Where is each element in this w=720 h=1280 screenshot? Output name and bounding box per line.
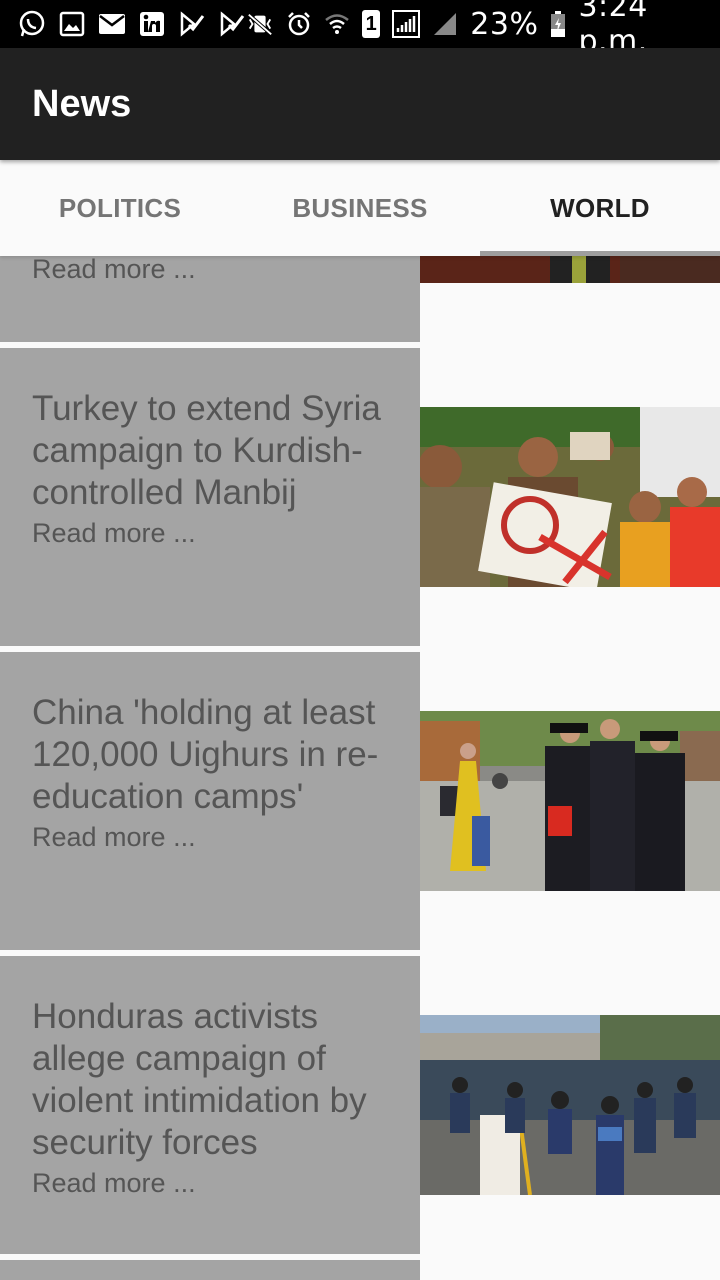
category-tabs: POLITICS BUSINESS WORLD	[0, 160, 720, 256]
article-image[interactable]	[420, 711, 720, 891]
app-bar: News	[0, 48, 720, 160]
tab-world[interactable]: WORLD	[480, 160, 720, 256]
app-title: News	[32, 82, 132, 125]
signal-icon	[432, 10, 458, 38]
article-card[interactable]: China 'holding at least 120,000 Uighurs …	[0, 652, 720, 950]
article-card[interactable]: Read more ...	[0, 256, 720, 342]
check-task-icon	[178, 10, 206, 38]
battery-percent: 23%	[470, 6, 539, 42]
wifi-icon	[324, 10, 350, 38]
mail-icon	[98, 10, 126, 38]
article-headline[interactable]: Turkey to extend Syria campaign to Kurdi…	[32, 388, 392, 514]
article-headline[interactable]: China 'holding at least 120,000 Uighurs …	[32, 692, 392, 818]
article-image[interactable]	[420, 407, 720, 587]
read-more-link[interactable]: Read more ...	[32, 1168, 392, 1199]
whatsapp-icon	[18, 10, 46, 38]
article-headline[interactable]: Honduras activists allege campaign of vi…	[32, 996, 392, 1164]
tab-business[interactable]: BUSINESS	[240, 160, 480, 256]
sim-icon: 1	[362, 10, 381, 38]
article-card[interactable]: Honduras activists allege campaign of vi…	[0, 956, 720, 1254]
linkedin-icon	[138, 10, 166, 38]
article-text: Turkey to extend Syria campaign to Kurdi…	[0, 348, 420, 646]
article-text: Honduras activists allege campaign of vi…	[0, 956, 420, 1254]
tab-politics[interactable]: POLITICS	[0, 160, 240, 256]
article-card[interactable]: Turkey to extend Syria campaign to Kurdi…	[0, 348, 720, 646]
article-image[interactable]	[420, 256, 720, 283]
article-card[interactable]	[0, 1260, 720, 1280]
read-more-link[interactable]: Read more ...	[32, 256, 392, 285]
gallery-icon	[58, 10, 86, 38]
check-task-icon	[218, 10, 246, 38]
vibrate-mute-icon	[246, 10, 274, 38]
read-more-link[interactable]: Read more ...	[32, 822, 392, 853]
article-text: China 'holding at least 120,000 Uighurs …	[0, 652, 420, 950]
battery-icon	[550, 10, 566, 38]
article-text	[0, 1260, 420, 1280]
article-text: Read more ...	[0, 256, 420, 342]
news-feed[interactable]: Read more ... Turkey to extend Syria cam…	[0, 256, 720, 1280]
article-image[interactable]	[420, 1015, 720, 1195]
read-more-link[interactable]: Read more ...	[32, 518, 392, 549]
signal-icon	[392, 10, 421, 38]
notification-icons	[18, 10, 246, 38]
alarm-icon	[286, 10, 312, 38]
status-bar: 1 23% 3:24 p.m.	[0, 0, 720, 59]
